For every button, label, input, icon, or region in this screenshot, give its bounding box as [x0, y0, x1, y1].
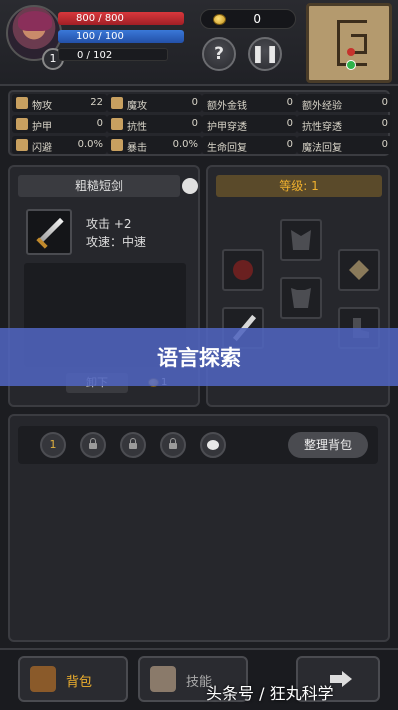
inventory-tab-pet[interactable]	[200, 432, 226, 458]
magic-hand-icon	[111, 97, 123, 109]
stat-cell: 额外金钱 0	[202, 94, 297, 112]
sort-inventory-button[interactable]: 整理背包	[288, 432, 368, 458]
item-attack: 攻击 +2	[86, 217, 132, 231]
slots-level-title: 等级: 1	[216, 175, 382, 197]
inventory-panel: 1 整理背包	[8, 414, 390, 642]
stat-value: 0	[191, 97, 198, 108]
inventory-tab-locked-3[interactable]	[160, 432, 186, 458]
stat-label: 额外金钱	[207, 101, 247, 112]
helmet-slot[interactable]	[280, 219, 322, 261]
stat-value: 0.0%	[172, 139, 198, 150]
backpack-icon	[30, 666, 56, 692]
gold-value: 0	[253, 12, 261, 26]
short-sword-icon[interactable]	[26, 209, 72, 255]
title-banner: 语言探索	[0, 328, 398, 386]
mp-text: 100 / 100	[76, 31, 124, 42]
stat-cell: 护甲穿透 0	[202, 115, 297, 133]
bottom-nav: 背包 技能	[0, 648, 398, 710]
help-button[interactable]: ?	[202, 37, 236, 71]
minimap-button[interactable]	[306, 3, 392, 83]
crit-icon	[111, 139, 123, 151]
stat-value: 0	[286, 118, 293, 129]
lock-icon	[89, 438, 97, 449]
armor-icon	[291, 288, 311, 308]
trash-icon[interactable]	[182, 178, 198, 194]
pause-button[interactable]: ❚❚	[248, 37, 282, 71]
stat-value: 0	[286, 97, 293, 108]
resist-icon	[111, 118, 123, 130]
inventory-tab-bar: 1 整理背包	[18, 426, 378, 464]
banner-title: 语言探索	[157, 346, 241, 370]
stat-label: 护甲	[32, 122, 52, 133]
stat-cell: 物攻 22	[12, 94, 107, 112]
stat-cell: 抗性穿透 0	[297, 115, 392, 133]
nav-bag-label: 背包	[66, 675, 93, 690]
stat-cell: 生命回复 0	[202, 136, 297, 154]
stat-cell: 抗性 0	[107, 115, 202, 133]
stat-cell: 护甲 0	[12, 115, 107, 133]
armor-slot[interactable]	[280, 277, 322, 319]
stat-cell: 魔攻 0	[107, 94, 202, 112]
armor-icon	[16, 118, 28, 130]
hp-text: 800 / 800	[76, 13, 124, 24]
top-hud: 1 800 / 800 100 / 100 0 / 102 0 ? ❚❚	[0, 0, 398, 86]
sword-icon	[16, 97, 28, 109]
lock-icon	[169, 438, 177, 449]
inventory-tab-locked-1[interactable]	[80, 432, 106, 458]
stat-label: 抗性穿透	[302, 122, 342, 133]
amulet-icon	[349, 260, 369, 280]
stat-value: 0	[381, 139, 388, 150]
map-player-marker	[346, 60, 356, 70]
inventory-tab-locked-2[interactable]	[120, 432, 146, 458]
nav-bag-button[interactable]: 背包	[18, 656, 128, 702]
accessory-slot[interactable]	[338, 249, 380, 291]
stat-value: 22	[90, 97, 103, 108]
shield-icon	[233, 260, 253, 280]
stat-value: 0	[381, 118, 388, 129]
stat-value: 0	[96, 118, 103, 129]
stat-label: 魔法回复	[302, 143, 342, 154]
item-name: 粗糙短剑	[18, 175, 180, 197]
stat-label: 闪避	[32, 143, 52, 154]
hp-bar: 800 / 800	[58, 12, 184, 25]
stat-value: 0	[286, 139, 293, 150]
stat-label: 抗性	[127, 122, 147, 133]
stat-label: 额外经验	[302, 101, 342, 112]
lock-icon	[129, 438, 137, 449]
mp-bar: 100 / 100	[58, 30, 184, 43]
stat-label: 暴击	[127, 143, 147, 154]
fist-icon	[150, 666, 176, 692]
stat-value: 0	[381, 97, 388, 108]
helmet-icon	[291, 230, 311, 250]
stat-cell: 魔法回复 0	[297, 136, 392, 154]
stat-value: 0.0%	[77, 139, 103, 150]
xp-bar: 0 / 102	[58, 48, 168, 61]
gold-counter: 0	[200, 9, 296, 29]
dodge-icon	[16, 139, 28, 151]
stats-panel: 物攻 22 魔攻 0 额外金钱 0 额外经验 0 护甲 0 抗性 0 护甲穿透 0 抗性穿透 0 闪避 0.0% 暴…	[8, 90, 392, 156]
stat-label: 魔攻	[127, 101, 147, 112]
stat-value: 0	[191, 118, 198, 129]
stat-cell: 额外经验 0	[297, 94, 392, 112]
stat-label: 生命回复	[207, 143, 247, 154]
xp-text: 0 / 102	[77, 50, 113, 61]
watermark: 头条号 / 狂丸科学	[206, 684, 334, 703]
stat-label: 物攻	[32, 101, 52, 112]
map-enemy-marker	[347, 48, 355, 56]
paw-icon	[207, 440, 219, 450]
item-speed: 攻速：中速	[86, 235, 147, 249]
stat-cell: 暴击 0.0%	[107, 136, 202, 154]
stat-cell: 闪避 0.0%	[12, 136, 107, 154]
inventory-tab-1[interactable]: 1	[40, 432, 66, 458]
stat-label: 护甲穿透	[207, 122, 247, 133]
shield-slot[interactable]	[222, 249, 264, 291]
coin-icon	[213, 14, 226, 25]
